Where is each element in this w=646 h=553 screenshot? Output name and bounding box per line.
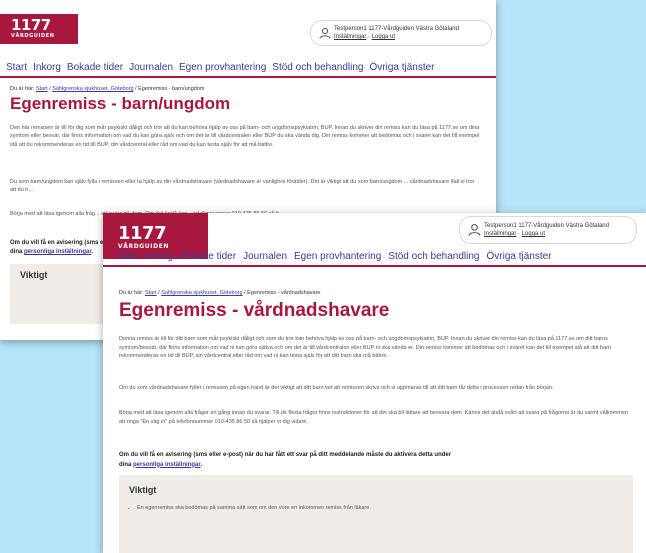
important-box: Viktigt En egenremiss ska bedömas på sam… bbox=[119, 475, 633, 553]
nav-ovriga-tjanster[interactable]: Övriga tjänster bbox=[369, 62, 434, 73]
nav-inkorg[interactable]: Inkorg bbox=[145, 251, 173, 262]
main-nav: Start Inkorg Bokade tider Journalen Egen… bbox=[103, 247, 646, 267]
page-title: Egenremiss - barn/ungdom bbox=[10, 94, 231, 113]
front-screenshot-window: 1177 VÅRDGUIDEN Testperson1 1177-Vårdgui… bbox=[103, 213, 646, 553]
user-links: Inställningar · Logga ut bbox=[484, 231, 545, 237]
logo-1177-vardguiden[interactable]: 1177 VÅRDGUIDEN bbox=[0, 14, 78, 44]
notification-text: Om du vill få en avisering (sms eller e-… bbox=[119, 452, 452, 458]
breadcrumb-prefix: Du är här: bbox=[10, 86, 36, 92]
logo-number: 1177 bbox=[118, 223, 167, 244]
nav-journalen[interactable]: Journalen bbox=[243, 251, 287, 262]
breadcrumb-hospital-link[interactable]: Sahlgrenska sjukhuset, Göteborg bbox=[161, 290, 242, 296]
nav-journalen[interactable]: Journalen bbox=[129, 62, 173, 73]
breadcrumb-start-link[interactable]: Start bbox=[36, 86, 48, 92]
user-icon bbox=[468, 223, 481, 236]
breadcrumb-hospital-link[interactable]: Sahlgrenska sjukhuset, Göteborg bbox=[52, 86, 133, 92]
instructions-paragraph: Börja med att läsa igenom alla frågor en… bbox=[119, 410, 629, 425]
user-name: Testperson1 1177-Vårdguiden Västra Götal… bbox=[334, 26, 459, 32]
logo-brand: VÅRDGUIDEN bbox=[11, 33, 55, 39]
notification-prefix: dina bbox=[10, 249, 25, 255]
nav-inkorg[interactable]: Inkorg bbox=[33, 62, 61, 73]
settings-link[interactable]: Inställningar bbox=[334, 34, 366, 40]
important-list: En egenremiss ska bedömas på samma sätt … bbox=[127, 505, 371, 511]
notification-text: Om du vill få en avisering (sms el... bbox=[10, 240, 111, 246]
personal-settings-link[interactable]: personliga inställningar bbox=[133, 462, 200, 468]
breadcrumb-current: / Egenremiss - vårdnadshavare bbox=[242, 290, 321, 296]
important-list-item: En egenremiss ska bedömas på samma sätt … bbox=[137, 505, 371, 511]
logout-link[interactable]: Logga ut bbox=[372, 34, 395, 40]
nav-ovriga-tjanster[interactable]: Övriga tjänster bbox=[486, 251, 551, 262]
breadcrumb-start-link[interactable]: Start bbox=[145, 290, 157, 296]
nav-stod-och-behandling[interactable]: Stöd och behandling bbox=[388, 251, 479, 262]
nav-bokade-tider[interactable]: Bokade tider bbox=[67, 62, 123, 73]
user-name: Testperson1 1177-Vårdguiden Västra Götal… bbox=[484, 223, 609, 229]
breadcrumb-current: / Egenremiss - barn/ungdom bbox=[133, 86, 205, 92]
intro-paragraph: Den här remissen är till för dig som mår… bbox=[10, 125, 480, 148]
breadcrumb: Du är här: Start / Sahlgrenska sjukhuset… bbox=[10, 86, 205, 92]
nav-egen-provhantering[interactable]: Egen provhantering bbox=[179, 62, 266, 73]
user-icon bbox=[319, 27, 331, 39]
logo-number: 1177 bbox=[11, 16, 51, 34]
guardian-paragraph: Du som barn/ungdom kan själv fylla i rem… bbox=[10, 179, 475, 194]
important-heading: Viktigt bbox=[20, 270, 48, 280]
page-title: Egenremiss - vårdnadshavare bbox=[119, 300, 390, 321]
user-links: Inställningar · Logga ut bbox=[334, 34, 395, 40]
user-account-box: Testperson1 1177-Vårdguiden Västra Götal… bbox=[459, 216, 637, 244]
nav-egen-provhantering[interactable]: Egen provhantering bbox=[294, 251, 381, 262]
user-account-box: Testperson1 1177-Vårdguiden Västra Götal… bbox=[310, 20, 492, 46]
main-nav: Start Inkorg Bokade tider Journalen Egen… bbox=[0, 58, 496, 78]
breadcrumb-prefix: Du är här: bbox=[119, 290, 145, 296]
intro-paragraph: Denna remiss är till för ditt barn som m… bbox=[119, 336, 612, 360]
breadcrumb: Du är här: Start / Sahlgrenska sjukhuset… bbox=[119, 290, 321, 296]
personal-settings-link[interactable]: personliga inställningar bbox=[24, 249, 91, 255]
settings-link[interactable]: Inställningar bbox=[484, 231, 516, 237]
nav-stod-och-behandling[interactable]: Stöd och behandling bbox=[272, 62, 363, 73]
notification-prefix: dina bbox=[119, 461, 134, 468]
nav-bokade-tider[interactable]: Bokade tider bbox=[180, 251, 236, 262]
important-heading: Viktigt bbox=[129, 485, 157, 495]
logout-link[interactable]: Logga ut bbox=[522, 231, 545, 237]
guardian-paragraph: Om du som vårdnadshavare fyller i remiss… bbox=[119, 385, 554, 391]
notification-paragraph: Om du vill få en avisering (sms eller e-… bbox=[119, 452, 452, 468]
nav-start[interactable]: Start bbox=[6, 62, 27, 73]
nav-start[interactable]: Start bbox=[117, 251, 138, 262]
